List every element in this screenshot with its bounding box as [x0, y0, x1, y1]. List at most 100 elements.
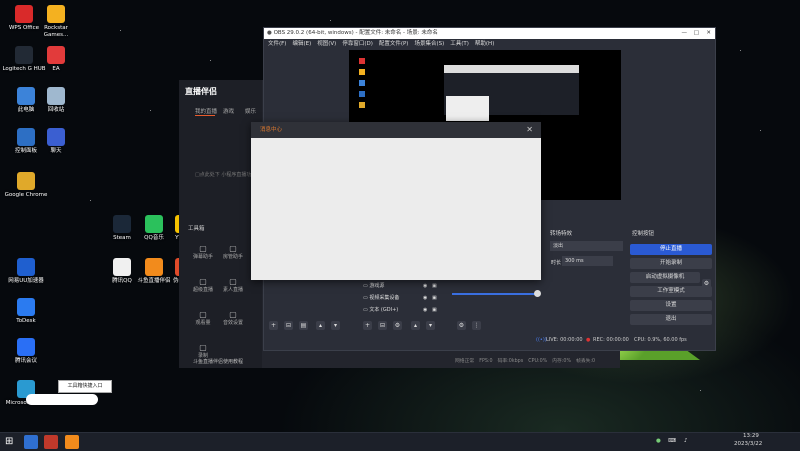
source-down-button[interactable]: ▾: [426, 321, 435, 330]
visibility-eye-icon[interactable]: ◉: [423, 305, 427, 316]
obs-menu-item[interactable]: 视图(V): [317, 41, 336, 47]
companion-status-item: 帧丢失:0: [576, 359, 596, 364]
obs-menu-item[interactable]: 工具(T): [450, 41, 469, 47]
obs-menu-item[interactable]: 编辑(E): [292, 41, 311, 47]
companion-hint: □点此处下 小程序直播功能: [195, 172, 257, 178]
visibility-eye-icon[interactable]: ◉: [423, 293, 427, 304]
close-button[interactable]: ✕: [706, 28, 711, 39]
tool-icon: ▢: [199, 310, 207, 319]
control-button[interactable]: 启动虚拟摄像机: [630, 272, 700, 283]
transition-select[interactable]: 淡出: [550, 241, 623, 251]
obs-app-icon: ●: [267, 30, 272, 36]
companion-footer[interactable]: 斗鱼直播伴侣使用教程: [193, 358, 243, 365]
companion-status-item: FPS:0: [479, 359, 493, 364]
obs-menu-item[interactable]: 文件(F): [268, 41, 286, 47]
source-add-button[interactable]: +: [363, 321, 372, 330]
taskbar-obs-icon[interactable]: [24, 435, 38, 449]
taskbar-companion-icon[interactable]: [65, 435, 79, 449]
obs-menu-item[interactable]: 配置文件(P): [379, 41, 409, 47]
duration-input[interactable]: 300 ms: [562, 256, 613, 266]
toolbox-tool[interactable]: ▢ 房管助手: [219, 244, 247, 260]
source-settings-button[interactable]: ⚙: [393, 321, 402, 330]
volume-slider-handle[interactable]: [534, 290, 541, 297]
volume-slider[interactable]: [452, 293, 536, 295]
dialog-close-icon[interactable]: ✕: [526, 122, 533, 138]
maximize-button[interactable]: □: [694, 28, 699, 39]
scene-down-button[interactable]: ▾: [331, 321, 340, 330]
desktop-icon[interactable]: Google Chrome: [4, 172, 48, 199]
desktop-icon-label: ToDesk: [16, 318, 36, 324]
rec-indicator-icon: ●: [586, 337, 591, 343]
app-icon: [17, 87, 35, 105]
source-up-button[interactable]: ▴: [411, 321, 420, 330]
scene-up-button[interactable]: ▴: [316, 321, 325, 330]
toolbox-tool[interactable]: ▢ 录制: [189, 343, 217, 359]
scene-add-button[interactable]: +: [269, 321, 278, 330]
toolbox-tool[interactable]: ▢ 素人直播: [219, 277, 247, 293]
toolbox-tool[interactable]: ▢ 音效设置: [219, 310, 247, 326]
toolbox-tool[interactable]: ▢ 弹幕助手: [189, 244, 217, 260]
control-button[interactable]: 工作室模式: [630, 286, 712, 297]
mixer-settings-button[interactable]: ⚙: [457, 321, 466, 330]
start-windows-icon[interactable]: ⊞: [5, 435, 19, 449]
obs-menu-item[interactable]: 停靠窗口(D): [342, 41, 373, 47]
control-button[interactable]: 开始录制: [630, 258, 712, 269]
obs-menu-item[interactable]: 帮助(H): [475, 41, 494, 47]
source-name: 游戏源: [369, 283, 385, 289]
tool-icon: ▢: [229, 277, 237, 286]
scene-filter-button[interactable]: ▤: [299, 321, 308, 330]
visibility-eye-icon[interactable]: ◉: [423, 281, 427, 292]
app-icon: [47, 128, 65, 146]
mixer-menu-button[interactable]: ⋮: [472, 321, 481, 330]
tab-games[interactable]: 游戏: [223, 107, 234, 115]
desktop-icon[interactable]: Rockstar Games...: [34, 5, 78, 39]
tool-label: 音效设置: [222, 320, 243, 326]
desktop-icon[interactable]: 聊天: [34, 128, 78, 155]
toolbox-tool[interactable]: ▢ 观看量: [189, 310, 217, 326]
control-button[interactable]: 设置: [630, 300, 712, 311]
obs-titlebar: ● OBS 29.0.2 (64-bit, windows) - 配置文件: 未…: [264, 28, 715, 39]
minimize-button[interactable]: —: [682, 28, 688, 39]
desktop-icon-label: EA: [52, 66, 60, 72]
source-name: 视频采集设备: [369, 295, 400, 301]
clock-date[interactable]: 2023/3/22: [734, 441, 762, 447]
desktop-icon[interactable]: 腾讯会议: [4, 338, 48, 365]
obs-title: OBS 29.0.2 (64-bit, windows) - 配置文件: 未命名…: [273, 30, 438, 36]
taskbar-record-icon[interactable]: [44, 435, 58, 449]
source-name: 文本 (GDI+): [369, 307, 399, 313]
tab-my-live[interactable]: 我的直播: [195, 107, 217, 115]
app-icon: [113, 215, 131, 233]
desktop-icon[interactable]: 网易UU加速器: [4, 258, 48, 285]
source-remove-button[interactable]: ⊟: [378, 321, 387, 330]
tab-entertainment[interactable]: 娱乐: [245, 107, 256, 115]
desktop-icon-label: 网易UU加速器: [8, 278, 44, 284]
virtual-camera-settings-button[interactable]: ⚙: [702, 279, 711, 288]
source-item[interactable]: ▭ 文本 (GDI+) ◉ ▣: [363, 305, 438, 316]
transitions-dock-title: 转场特效: [550, 231, 573, 237]
floating-toolbar[interactable]: [26, 394, 98, 405]
desktop-icon[interactable]: ToDesk: [4, 298, 48, 325]
tray-network-icon[interactable]: ●: [656, 438, 661, 444]
desktop-icon[interactable]: 回收站: [34, 87, 78, 114]
control-button[interactable]: 停止直播: [630, 244, 712, 255]
source-item[interactable]: ▭ 游戏源 ◉ ▣: [363, 281, 438, 292]
desktop-icon[interactable]: EA: [34, 46, 78, 73]
companion-status-item: 码率:0kbps: [497, 359, 524, 364]
scene-remove-button[interactable]: ⊟: [284, 321, 293, 330]
tool-icon: ▢: [199, 244, 207, 253]
desktop-icon-label: 聊天: [50, 148, 62, 154]
lock-icon[interactable]: ▣: [432, 281, 437, 292]
tray-volume-icon[interactable]: ♪: [684, 438, 688, 444]
tray-keyboard-icon[interactable]: ⌨: [668, 438, 676, 444]
toolbox-tool[interactable]: ▢ 超级直播: [189, 277, 217, 293]
lock-icon[interactable]: ▣: [432, 293, 437, 304]
app-icon: [47, 5, 65, 23]
preview-nested-title: [444, 65, 579, 73]
obs-menu-item[interactable]: 场景集合(S): [414, 41, 444, 47]
control-button[interactable]: 退出: [630, 314, 712, 325]
lock-icon[interactable]: ▣: [432, 305, 437, 316]
source-item[interactable]: ▭ 视频采集设备 ◉ ▣: [363, 293, 438, 304]
message-center-dialog[interactable]: 消息中心 ✕: [251, 122, 541, 280]
clock-time[interactable]: 13:29: [743, 433, 759, 439]
app-icon: [17, 338, 35, 356]
